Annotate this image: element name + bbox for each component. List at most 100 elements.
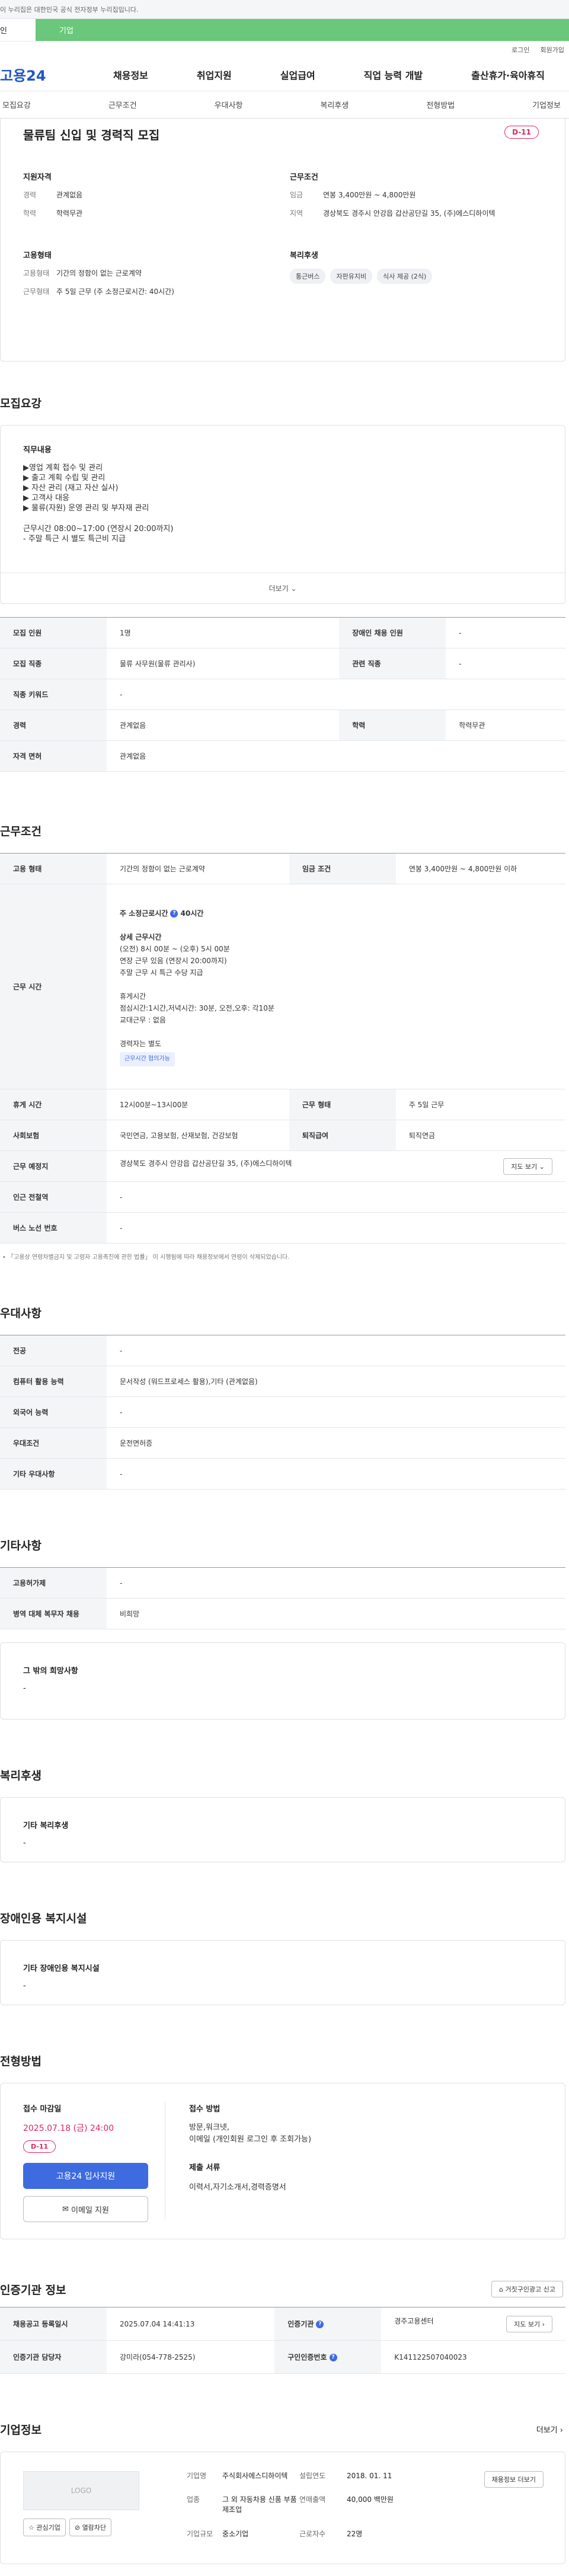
bullet-icon: • bbox=[2, 1254, 6, 1261]
id-key: 구인인증번호 bbox=[287, 2353, 327, 2361]
table-value: - bbox=[107, 679, 565, 710]
welfare-block: 복리후생 통근버스 자판유지비 식사 제공 (2식) bbox=[290, 249, 539, 284]
table-row: 모집 직종 물류 사무원(물류 관리사) 관련 직종 - bbox=[0, 648, 565, 679]
map-button-label: 지도 보기 bbox=[511, 1162, 538, 1171]
login-link[interactable]: 로그인 bbox=[512, 45, 529, 55]
info-icon[interactable]: ? bbox=[170, 909, 178, 918]
table-value: 1명 bbox=[107, 617, 340, 648]
tab-conditions[interactable]: 근무조건 bbox=[106, 99, 139, 110]
env-company-tab[interactable]: 기업 bbox=[36, 19, 569, 41]
join-link[interactable]: 회원가입 bbox=[541, 45, 564, 55]
gnb-item-training[interactable]: 직업 능력 개발 bbox=[364, 68, 423, 82]
table-row: 고용허가제 - bbox=[0, 1567, 565, 1599]
benefits-value: - bbox=[23, 1839, 26, 1848]
report-button[interactable]: ⌂ 거짓구인광고 신고 bbox=[491, 2281, 563, 2297]
chevron-down-icon: ⌄ bbox=[290, 584, 297, 593]
map-button[interactable]: 지도 보기 ⌄ bbox=[503, 1158, 552, 1175]
time-detail-title: 상세 근무시간 bbox=[120, 932, 162, 941]
more-button[interactable]: 더보기 ⌄ bbox=[1, 573, 565, 603]
work-time-cell: 주 소정근로시간? 40시간 상세 근무시간 (오전) 8시 00분 ~ (오후… bbox=[107, 884, 565, 1089]
table-value: - bbox=[446, 648, 565, 679]
apply-right: 접수 방법 방문,워크넷, 이메일 (개인회원 로그인 후 조회가능) 제출 서… bbox=[165, 2102, 311, 2220]
section-title-company: 기업정보 bbox=[0, 2424, 41, 2437]
table-value: - bbox=[107, 1212, 565, 1244]
info-icon[interactable]: ? bbox=[329, 2354, 337, 2361]
job-summary-card: 물류팀 신입 및 경력직 모집 D-11 지원자격 경력 관계없음 학력 학력무관 … bbox=[0, 119, 565, 362]
duty-detail: 직무내용 ▶영업 계획 접수 및 관리 ▶ 출고 계획 수립 및 관리 ▶ 자산… bbox=[1, 426, 565, 573]
method-line: 이메일 (개인회원 로그인 후 조회가능) bbox=[189, 2135, 312, 2144]
block-button[interactable]: ⊘ 열람차단 bbox=[69, 2519, 112, 2536]
emp-value: 기간의 정함이 없는 근로계약 bbox=[56, 269, 142, 277]
gnb-item-support[interactable]: 취업지원 bbox=[197, 68, 232, 82]
age-note-text: 「고용상 연령차별금지 및 고령자 고용촉진에 관한 법률」 이 시행됨에 따라… bbox=[8, 1254, 290, 1261]
docs-title: 제출 서류 bbox=[189, 2163, 220, 2172]
table-key: 퇴직급여 bbox=[289, 1120, 396, 1151]
etc-table: 고용허가제 - 병역 대체 복무자 채용 비희망 bbox=[0, 1567, 565, 1629]
table-value: - bbox=[107, 1567, 565, 1599]
gov-notice-text: 이 누리집은 대한민국 공식 전자정부 누리집입니다. bbox=[0, 5, 139, 14]
table-row: 인증기관 담당자 강미라(054-778-2525) 구인인증번호? K1411225… bbox=[0, 2340, 565, 2374]
gnb-item-leave[interactable]: 출산휴가·육아휴직 bbox=[471, 68, 545, 82]
tab-recruit[interactable]: 모집요강 bbox=[0, 99, 33, 110]
table-key: 장애인 채용 인원 bbox=[339, 617, 446, 648]
company-header: 기업정보 더보기 › bbox=[0, 2421, 569, 2437]
table-key: 근무 시간 bbox=[0, 884, 107, 1089]
welfare-chip: 통근버스 bbox=[290, 269, 326, 284]
table-row: 기타 우대사항 - bbox=[0, 1458, 565, 1490]
disability-value: - bbox=[23, 1981, 26, 1990]
time-detail-line: 주말 근무 시 특근 수당 지급 bbox=[120, 968, 203, 977]
report-label: 거짓구인광고 신고 bbox=[505, 2286, 555, 2293]
disability-title: 기타 장애인용 복지시설 bbox=[23, 1964, 100, 1973]
site-logo[interactable]: 고용24 bbox=[0, 64, 89, 85]
company-value: 2018. 01. 11 bbox=[347, 2472, 392, 2480]
info-icon[interactable]: ? bbox=[316, 2321, 324, 2328]
welfare-title: 복리후생 bbox=[290, 251, 318, 260]
work-key: 지역 bbox=[290, 209, 303, 218]
gov-notice-bar: 이 누리집은 대한민국 공식 전자정부 누리집입니다. bbox=[0, 0, 569, 19]
qualification-block: 지원자격 경력 관계없음 학력 학력무관 bbox=[23, 171, 272, 227]
table-value: 2025.07.04 14:41:13 bbox=[107, 2307, 275, 2341]
section-title-conditions: 근무조건 bbox=[0, 825, 41, 838]
table-value: 관계없음 bbox=[107, 740, 565, 772]
company-key: 기업규모 bbox=[187, 2529, 213, 2538]
tab-company[interactable]: 기업정보 bbox=[530, 99, 563, 110]
tab-benefits[interactable]: 복리후생 bbox=[318, 99, 351, 110]
interest-button[interactable]: ☆ 관심기업 bbox=[23, 2519, 66, 2536]
employment-title: 고용형태 bbox=[23, 251, 52, 260]
gnb-menu: 채용정보 취업지원 실업급여 직업 능력 개발 출산휴가·육아휴직 bbox=[89, 68, 569, 82]
work-key: 임금 bbox=[290, 191, 303, 199]
time-hours: 40시간 bbox=[180, 909, 204, 918]
apply-button[interactable]: 고용24 입사지원 bbox=[23, 2163, 148, 2189]
table-value: - bbox=[107, 1335, 565, 1366]
qual-row: 경력 관계없음 bbox=[23, 190, 272, 200]
gnb-item-jobs[interactable]: 채용정보 bbox=[113, 68, 148, 82]
conditions-table: 고용 형태 기간의 정함이 없는 근로계약 임금 조건 연봉 3,400만원 ~ 4,… bbox=[0, 853, 565, 1244]
table-value: 문서작성 (워드프로세스 활용),기타 (관계없음) bbox=[107, 1366, 565, 1397]
table-key: 근무 형태 bbox=[289, 1089, 396, 1120]
qual-value: 학력무관 bbox=[56, 209, 83, 218]
qual-row: 학력 학력무관 bbox=[23, 209, 272, 219]
company-key: 설립연도 bbox=[299, 2472, 326, 2480]
table-row: 채용공고 등록일시 2025.07.04 14:41:13 인증기관? 경주고용센터 지… bbox=[0, 2307, 565, 2341]
map-button[interactable]: 지도 보기 › bbox=[506, 2315, 552, 2332]
company-value: 중소기업 bbox=[222, 2529, 249, 2538]
section-title-benefits: 복리후생 bbox=[0, 1769, 41, 1782]
home-icon: ⌂ bbox=[499, 2286, 504, 2293]
cert-header: 인증기관 정보 ⌂ 거짓구인광고 신고 bbox=[0, 2281, 569, 2297]
benefits-card: 기타 복리후생 - bbox=[0, 1797, 565, 1862]
section-title-cert: 인증기관 정보 bbox=[0, 2283, 66, 2297]
tab-preference[interactable]: 우대사항 bbox=[212, 99, 245, 110]
company-more-link[interactable]: 더보기 › bbox=[536, 2424, 563, 2435]
emp-key: 고용형태 bbox=[23, 269, 50, 277]
company-jobs-button[interactable]: 채용정보 더보기 bbox=[484, 2471, 544, 2488]
email-apply-button[interactable]: ✉ 이메일 지원 bbox=[23, 2196, 148, 2222]
gnb-item-benefit[interactable]: 실업급여 bbox=[280, 68, 315, 82]
duty-line: ▶ 출고 계획 수립 및 관리 bbox=[23, 474, 106, 482]
env-personal-tab[interactable]: 인 bbox=[0, 19, 36, 41]
apply-label: 고용24 입사지원 bbox=[56, 2172, 116, 2181]
company-value: 40,000 백만원 bbox=[347, 2495, 394, 2504]
email-apply-label: 이메일 지원 bbox=[71, 2206, 109, 2215]
disability-card: 기타 장애인용 복지시설 - bbox=[0, 1940, 565, 2005]
tab-screening[interactable]: 전형방법 bbox=[424, 99, 457, 110]
qual-key: 학력 bbox=[23, 209, 37, 218]
